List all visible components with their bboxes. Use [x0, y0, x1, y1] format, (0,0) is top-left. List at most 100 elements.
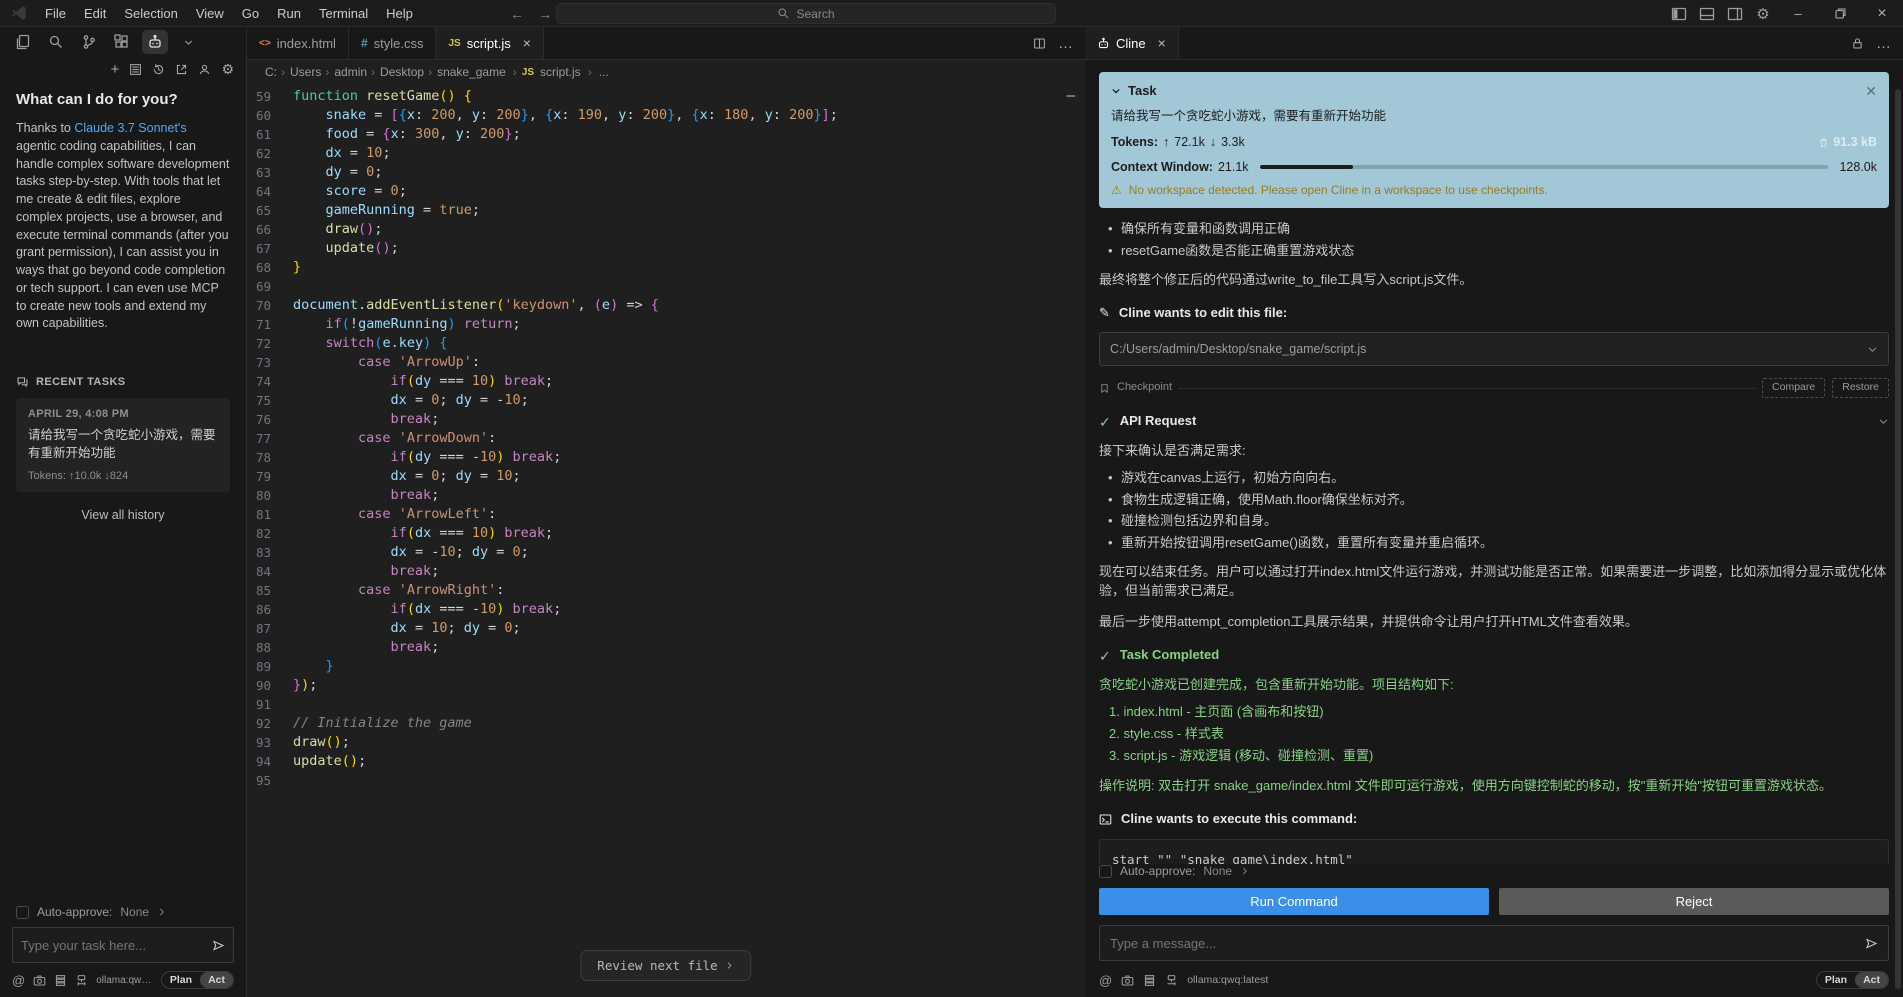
menu-item[interactable]: View: [187, 0, 233, 27]
restore-button[interactable]: [1819, 0, 1861, 27]
compare-button[interactable]: Compare: [1762, 378, 1826, 398]
at-icon[interactable]: @: [1099, 973, 1112, 988]
close-tab-icon[interactable]: ×: [523, 35, 531, 51]
command-center-search[interactable]: Search: [556, 3, 1056, 24]
review-next-file-button[interactable]: Review next file: [580, 950, 752, 981]
restore-button[interactable]: Restore: [1832, 378, 1889, 398]
tab-cline[interactable]: Cline ×: [1085, 27, 1179, 59]
tab-script-js[interactable]: JS script.js ×: [436, 27, 544, 59]
rows-icon[interactable]: [54, 974, 67, 987]
breadcrumb[interactable]: C:UsersadminDesktopsnake_game › JS scrip…: [247, 60, 1085, 84]
back-arrow-icon[interactable]: ←: [510, 6, 524, 22]
view-all-history-link[interactable]: View all history: [81, 508, 164, 522]
close-window-button[interactable]: ×: [1861, 0, 1903, 27]
code-line[interactable]: 87 dx = 10; dy = 0;: [247, 619, 1085, 638]
close-task-icon[interactable]: ✕: [1865, 81, 1877, 101]
code-line[interactable]: 60 snake = [{x: 200, y: 200}, {x: 190, y…: [247, 106, 1085, 125]
code-line[interactable]: 77 case 'ArrowDown':: [247, 429, 1085, 448]
settings-gear-icon[interactable]: ⚙: [1749, 0, 1777, 27]
server-icon[interactable]: [75, 974, 88, 987]
files-icon[interactable]: [10, 30, 36, 54]
split-editor-icon[interactable]: [1033, 37, 1046, 50]
code-line[interactable]: 61 food = {x: 300, y: 200};: [247, 125, 1085, 144]
cline-activity-icon[interactable]: [142, 30, 168, 54]
code-line[interactable]: 70 document.addEventListener('keydown', (…: [247, 296, 1085, 315]
code-line[interactable]: 59 function resetGame() {: [247, 87, 1085, 106]
extensions-icon[interactable]: [109, 30, 135, 54]
model-label[interactable]: ollama:qwq:latest: [1187, 974, 1807, 986]
code-line[interactable]: 91: [247, 695, 1085, 714]
account-icon[interactable]: [198, 63, 211, 76]
code-line[interactable]: 89 }: [247, 657, 1085, 676]
list-icon[interactable]: [129, 63, 142, 76]
breadcrumb-item[interactable]: C:: [263, 65, 279, 79]
cache-size-group[interactable]: 91.3 kB: [1818, 133, 1877, 151]
code-line[interactable]: 84 break;: [247, 562, 1085, 581]
chevron-down-icon[interactable]: [1878, 416, 1889, 427]
forward-arrow-icon[interactable]: →: [538, 6, 552, 22]
auto-approve-checkbox[interactable]: [16, 905, 29, 919]
code-line[interactable]: 66 draw();: [247, 220, 1085, 239]
chevron-down-icon[interactable]: [1111, 86, 1121, 96]
layout-secondary-sidebar-icon[interactable]: [1721, 0, 1749, 27]
model-label[interactable]: ollama:qwq:la...: [96, 975, 153, 986]
breadcrumb-symbol[interactable]: ...: [597, 65, 611, 79]
chat-scroll-area[interactable]: Task ✕ 请给我写一个贪吃蛇小游戏，需要有重新开始功能 Tokens: ↑ …: [1085, 60, 1903, 864]
camera-icon[interactable]: [33, 974, 46, 987]
run-command-button[interactable]: Run Command: [1099, 888, 1489, 915]
tab-index-html[interactable]: <> index.html: [247, 27, 349, 59]
more-actions-icon[interactable]: …: [1058, 35, 1073, 52]
search-view-icon[interactable]: [43, 30, 69, 54]
fold-indicator-icon[interactable]: —: [1067, 88, 1075, 104]
layout-sidebar-icon[interactable]: [1665, 0, 1693, 27]
new-task-icon[interactable]: +: [111, 61, 120, 78]
menu-item[interactable]: File: [36, 0, 75, 27]
auto-approve-value[interactable]: None: [1203, 864, 1232, 878]
recent-task-card[interactable]: APRIL 29, 4:08 PM 请给我写一个贪吃蛇小游戏，需要有重新开始功能…: [16, 398, 230, 492]
menu-item[interactable]: Go: [233, 0, 268, 27]
menu-item[interactable]: Terminal: [310, 0, 377, 27]
auto-approve-value[interactable]: None: [120, 905, 149, 919]
menu-item[interactable]: Run: [268, 0, 310, 27]
code-area[interactable]: 59 function resetGame() {60 snake = [{x: …: [247, 84, 1085, 997]
code-line[interactable]: 83 dx = -10; dy = 0;: [247, 543, 1085, 562]
chevron-down-icon[interactable]: [1867, 344, 1878, 355]
tab-style-css[interactable]: # style.css: [348, 27, 437, 59]
code-line[interactable]: 64 score = 0;: [247, 182, 1085, 201]
breadcrumb-item[interactable]: snake_game: [426, 65, 508, 79]
code-line[interactable]: 69: [247, 277, 1085, 296]
send-icon[interactable]: [212, 939, 225, 952]
auto-approve-checkbox[interactable]: [1099, 864, 1112, 878]
code-line[interactable]: 90});: [247, 676, 1085, 695]
command-box[interactable]: start "" "snake_game\index.html": [1099, 839, 1889, 864]
code-line[interactable]: 62 dx = 10;: [247, 144, 1085, 163]
plan-button[interactable]: Plan: [1817, 972, 1855, 988]
camera-icon[interactable]: [1121, 974, 1134, 987]
menu-item[interactable]: Selection: [115, 0, 186, 27]
chevron-down-icon[interactable]: [175, 30, 201, 54]
code-line[interactable]: 65 gameRunning = true;: [247, 201, 1085, 220]
act-button[interactable]: Act: [200, 972, 233, 988]
layout-panel-icon[interactable]: [1693, 0, 1721, 27]
code-line[interactable]: 76 break;: [247, 410, 1085, 429]
code-line[interactable]: 68}: [247, 258, 1085, 277]
plan-button[interactable]: Plan: [162, 972, 200, 988]
breadcrumb-item[interactable]: admin: [323, 65, 369, 79]
task-input[interactable]: [21, 937, 206, 953]
rows-icon[interactable]: [1143, 974, 1156, 987]
minimize-button[interactable]: –: [1777, 0, 1819, 27]
code-line[interactable]: 88 break;: [247, 638, 1085, 657]
more-actions-icon[interactable]: …: [1876, 35, 1891, 52]
breadcrumb-item[interactable]: Desktop: [369, 65, 426, 79]
code-line[interactable]: 93 draw();: [247, 733, 1085, 752]
panel-scrollbar[interactable]: [1895, 89, 1901, 989]
code-line[interactable]: 63 dy = 0;: [247, 163, 1085, 182]
code-line[interactable]: 95: [247, 771, 1085, 790]
code-line[interactable]: 81 case 'ArrowLeft':: [247, 505, 1085, 524]
code-line[interactable]: 71 if(!gameRunning) return;: [247, 315, 1085, 334]
code-line[interactable]: 72 switch(e.key) {: [247, 334, 1085, 353]
code-line[interactable]: 80 break;: [247, 486, 1085, 505]
api-request-header[interactable]: ✓ API Request: [1099, 412, 1889, 432]
breadcrumb-file[interactable]: script.js: [538, 65, 583, 79]
code-line[interactable]: 92 // Initialize the game: [247, 714, 1085, 733]
